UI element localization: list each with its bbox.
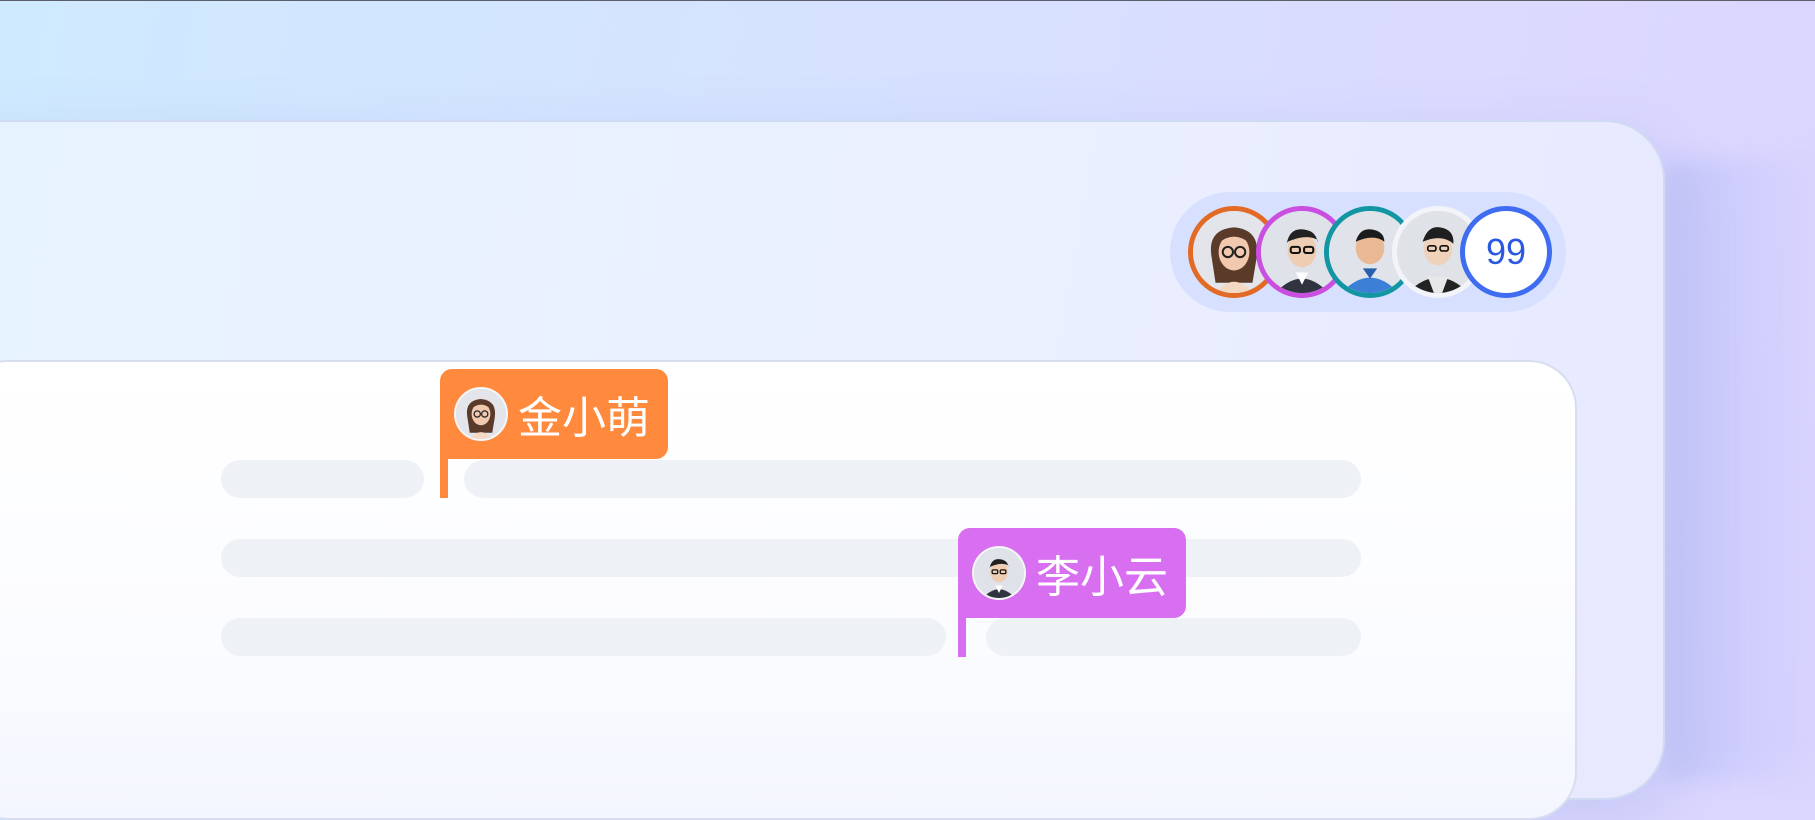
placeholder-line <box>221 460 424 498</box>
window-shadow <box>1665 160 1815 780</box>
overflow-count-badge[interactable]: 99 <box>1460 206 1552 298</box>
cursor-avatar <box>454 387 508 441</box>
placeholder-line <box>221 618 946 656</box>
collaborator-avatar-group[interactable]: 99 <box>1170 192 1566 312</box>
avatar-man-glasses-icon <box>974 548 1024 598</box>
placeholder-line <box>221 539 1361 577</box>
avatar-woman-glasses-icon <box>456 389 506 439</box>
cursor-label: 李小云 <box>958 528 1186 618</box>
cursor-label: 金小萌 <box>440 369 668 459</box>
top-border <box>0 0 1815 1</box>
cursor-user-name: 金小萌 <box>518 393 650 444</box>
cursor-user-name: 李小云 <box>1036 552 1168 603</box>
placeholder-line <box>464 460 1361 498</box>
cursor-avatar <box>972 546 1026 600</box>
placeholder-line <box>986 618 1361 656</box>
document-canvas[interactable] <box>0 360 1577 820</box>
